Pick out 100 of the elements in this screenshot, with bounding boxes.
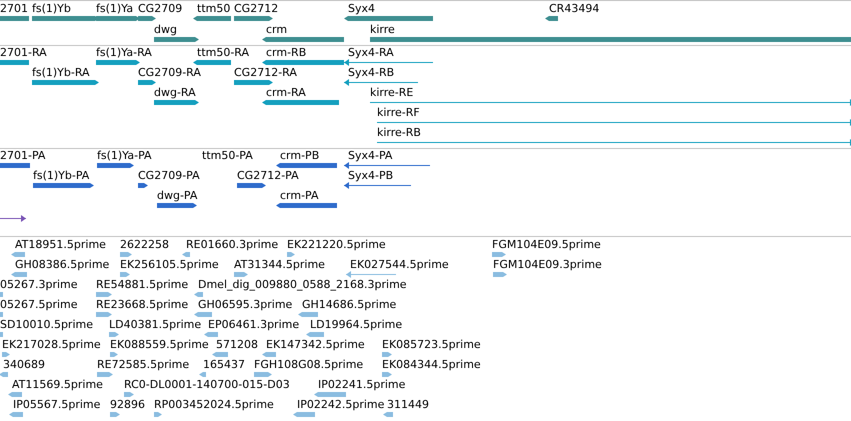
feature-label: Dmel_dig_009880_0588_2168.3prime [198,279,407,291]
feature-glyph[interactable] [344,79,418,86]
feature-label: GH06595.3prime [198,299,292,311]
feature-label: Syx4-PB [348,170,394,182]
feature-label: 92896 [110,399,145,411]
feature-label: ttm50-RA [197,47,250,59]
feature-label: RE23668.5prime [96,299,188,311]
feature-label: CG2709-RA [138,67,201,79]
feature-glyph[interactable] [96,59,140,66]
feature-label: 05267.5prime [0,299,78,311]
feature-label: 2701-PA [0,150,46,162]
feature-glyph[interactable] [138,15,156,22]
feature-label: CG2712-PA [237,170,299,182]
feature-label: EK147342.5prime [266,339,365,351]
feature-glyph[interactable] [32,79,99,86]
feature-glyph[interactable] [370,36,851,43]
feature-glyph[interactable] [138,182,148,189]
feature-glyph[interactable] [370,99,851,106]
feature-label: ttm50-PA [202,150,253,162]
feature-glyph[interactable] [193,59,231,66]
feature-glyph[interactable] [154,36,199,43]
feature-label: ttm50 [197,3,230,15]
feature-glyph[interactable] [234,79,273,86]
feature-label: Syx4 [348,3,376,15]
feature-glyph[interactable] [138,79,156,86]
feature-label: CG2709 [138,3,182,15]
feature-label: IP02241.5prime [318,379,406,391]
feature-label: dwg [154,24,177,36]
feature-label: kirre-RF [377,107,420,119]
feature-glyph[interactable] [344,59,433,66]
feature-label: GH14686.5prime [302,299,396,311]
feature-label: fs(1)Ya [96,3,134,15]
feature-label: FGH108G08.5prime [254,359,364,371]
feature-label: 2622258 [120,239,169,251]
feature-label: FGM104E09.3prime [493,259,602,271]
feature-label: CG2712-RA [234,67,297,79]
feature-glyph[interactable] [157,202,197,209]
feature-glyph[interactable] [276,202,337,209]
feature-label: EK217028.5prime [2,339,101,351]
feature-glyph[interactable] [262,36,344,43]
feature-label: RP003452024.5prime [154,399,274,411]
feature-label: RE72585.5prime [97,359,190,371]
feature-label: IP02242.5prime [297,399,384,411]
feature-label: crm-PA [280,190,319,202]
feature-label: dwg-RA [154,87,196,99]
feature-label: fs(1)Yb-PA [33,170,90,182]
feature-label: 311449 [387,399,429,411]
feature-label: CG2709-PA [138,170,200,182]
feature-label: AT31344.5prime [234,259,325,271]
feature-label: 05267.3prime [0,279,78,291]
feature-label: 571208 [216,339,258,351]
feature-label: fs(1)Ya-RA [96,47,152,59]
feature-glyph[interactable] [237,182,266,189]
feature-label: EK027544.5prime [350,259,449,271]
feature-glyph[interactable] [154,99,199,106]
feature-label: kirre [370,24,395,36]
feature-label: LD40381.5prime [109,319,202,331]
feature-label: Syx4-RB [348,67,394,79]
feature-label: fs(1)Ya-PA [97,150,152,162]
feature-label: CG2712 [234,3,278,15]
feature-label: EK256105.5prime [120,259,219,271]
feature-label: crm [266,24,288,36]
feature-label: kirre-RB [377,127,421,139]
feature-label: SD10010.5prime [0,319,93,331]
feature-label: GH08386.5prime [15,259,110,271]
feature-label: crm-RA [266,87,306,99]
feature-label: fs(1)Yb [32,3,71,15]
feature-label: RE54881.5prime [96,279,188,291]
feature-glyph[interactable] [33,182,94,189]
feature-glyph[interactable] [377,119,851,126]
feature-label: RC0-DL0001-140700-015-D03 [124,379,290,391]
feature-glyph[interactable] [97,162,134,169]
feature-label: 165437 [203,359,245,371]
feature-glyph[interactable] [344,182,411,189]
feature-label: crm-RB [266,47,306,59]
feature-glyph[interactable] [193,15,231,22]
feature-label: IP05567.5prime [13,399,100,411]
feature-glyph[interactable] [0,59,29,66]
feature-glyph[interactable] [276,162,337,169]
feature-glyph[interactable] [344,15,433,22]
feature-glyph[interactable] [0,162,30,169]
feature-label: LD19964.5prime [310,319,402,331]
feature-label: 340689 [3,359,45,371]
feature-glyph[interactable] [377,139,851,146]
feature-label: EK085723.5prime [382,339,481,351]
feature-glyph[interactable] [0,215,26,222]
feature-label: dwg-PA [157,190,198,202]
feature-label: CR43494 [549,3,600,15]
feature-label: EK088559.5prime [110,339,209,351]
feature-label: EP06461.3prime [208,319,300,331]
feature-glyph[interactable] [262,99,339,106]
feature-label: EK084344.5prime [382,359,481,371]
feature-glyph[interactable] [0,15,29,22]
feature-label: Syx4-RA [348,47,394,59]
feature-label: Syx4-PA [348,150,392,162]
feature-glyph[interactable] [545,15,558,22]
feature-label: fs(1)Yb-RA [32,67,90,79]
feature-glyph[interactable] [344,162,430,169]
feature-glyph[interactable] [234,15,273,22]
feature-label: 2701-RA [0,47,47,59]
